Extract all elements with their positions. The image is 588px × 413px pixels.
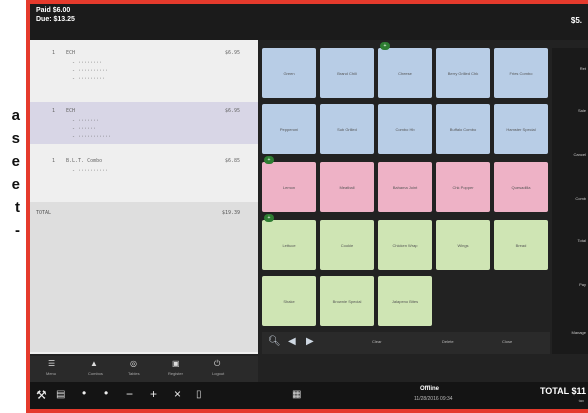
rail-button[interactable]: Pay [579,282,586,287]
product-button[interactable]: Shake [262,276,316,326]
total-display: TOTAL $11 [539,386,586,396]
nav-label: Register [168,371,183,376]
product-button[interactable]: Bahama Joint [378,162,432,212]
nav-label: Logout [212,371,225,376]
product-label: Lettuce [282,242,296,248]
product-button[interactable]: Brownie Special [320,276,374,326]
bottom-nav: ☰ Menu ▲ Combos ◎ Tables ▣ Register ⏻ Lo… [30,356,258,382]
rail-button[interactable]: Manage [572,330,586,335]
product-button[interactable]: Meatball [320,162,374,212]
due-label: Due: $13.25 [36,16,75,23]
product-button[interactable]: Brand Chili [320,48,374,98]
product-button[interactable]: + Lemon [262,156,316,212]
action-strip: 🔍︎ ◀ ▶ Clear Delete Close [262,332,550,354]
nav-label: Combos [88,371,103,376]
register-icon[interactable]: ▣ [172,359,180,368]
product-button[interactable]: Hamster Special [494,104,548,154]
search-icon[interactable]: 🔍︎ [268,336,281,347]
side-char: s [11,130,20,147]
plus-icon: + [380,42,390,50]
side-text: a s e e t - [0,104,20,242]
order-ticket[interactable]: 1 ECH $6.95 - ········ - ·········· - ··… [30,40,258,354]
menu-icon[interactable]: ☰ [48,359,55,368]
plus-icon[interactable]: + [150,387,157,401]
combos-icon[interactable]: ▲ [90,359,98,368]
product-button[interactable]: Jalapeno Bites [378,276,432,326]
product-button[interactable]: Cookie [320,220,374,270]
wrench-icon[interactable]: ⚒ [36,388,47,402]
side-char: a [11,107,20,124]
product-button[interactable]: Pepperoni [262,104,316,154]
trash-icon[interactable]: ▯ [196,389,202,400]
product-grid: Green Brand Chili + Cheese Berry Grilled… [262,42,550,330]
dot-icon[interactable]: • [82,386,86,400]
product-button[interactable]: Wings [436,220,490,270]
product-button[interactable]: + Lettuce [262,214,316,270]
selected-line-highlight [30,102,258,144]
product-button[interactable]: Quesadilla [494,162,548,212]
product-label: Lemon [282,184,296,190]
rail-button[interactable]: Cancel [574,152,586,157]
rail-button[interactable]: Sale [578,108,586,113]
right-rail: Ret Sale Cancel Comb Total Pay Manage [552,48,588,354]
product-button[interactable]: Green [262,48,316,98]
header-amount: $5. [570,16,582,25]
arrow-right-icon[interactable]: ▶ [306,336,314,347]
plus-icon: + [264,214,274,222]
side-char: e [11,176,20,193]
minus-icon[interactable]: − [126,387,133,401]
plus-icon: + [264,156,274,164]
delete-button[interactable]: Delete [442,339,454,344]
calculator-icon[interactable]: ▤ [56,389,65,400]
rail-button[interactable]: Comb [575,196,586,201]
product-button[interactable]: Sub Grilled [320,104,374,154]
product-label: Cheese [398,70,412,76]
product-button[interactable]: Buffalo Combo [436,104,490,154]
clear-button[interactable]: Clear [372,339,382,344]
bottom-toolbar: ⚒ ▤ • • − + × ▯ ▦ Offline 11/28/2016 09:… [30,382,588,409]
tax-label: tax [578,398,584,403]
status-text: Offline [420,386,439,392]
header-bar: Paid $6.00 Due: $13.25 $5. [30,4,588,40]
close-button[interactable]: Close [502,339,512,344]
product-button[interactable]: Chicken Wrap [378,220,432,270]
keyboard-icon[interactable]: ▦ [292,389,301,400]
tables-icon[interactable]: ◎ [130,359,137,368]
pos-screen: Paid $6.00 Due: $13.25 $5. 1 ECH $6.95 -… [30,4,588,409]
product-button[interactable]: Fries Combo [494,48,548,98]
dot-icon[interactable]: • [104,386,108,400]
side-char: - [15,222,20,239]
arrow-left-icon[interactable]: ◀ [288,336,296,347]
paid-label: Paid $6.00 [36,7,71,14]
side-char: e [11,153,20,170]
close-icon[interactable]: × [174,387,181,401]
product-button[interactable]: Bread [494,220,548,270]
product-button[interactable]: + Cheese [378,42,432,98]
product-button[interactable]: Chk Popper [436,162,490,212]
product-button[interactable]: Combo Hb [378,104,432,154]
nav-label: Tables [128,371,140,376]
side-char: t [15,199,20,216]
product-button[interactable]: Berry Grilled Chk [436,48,490,98]
ticket-total-area [30,202,258,352]
rail-button[interactable]: Ret [580,66,586,71]
rail-button[interactable]: Total [578,238,586,243]
date-text: 11/28/2016 09:34 [414,396,453,402]
logout-icon[interactable]: ⏻ [214,359,220,369]
nav-label: Menu [46,371,57,376]
